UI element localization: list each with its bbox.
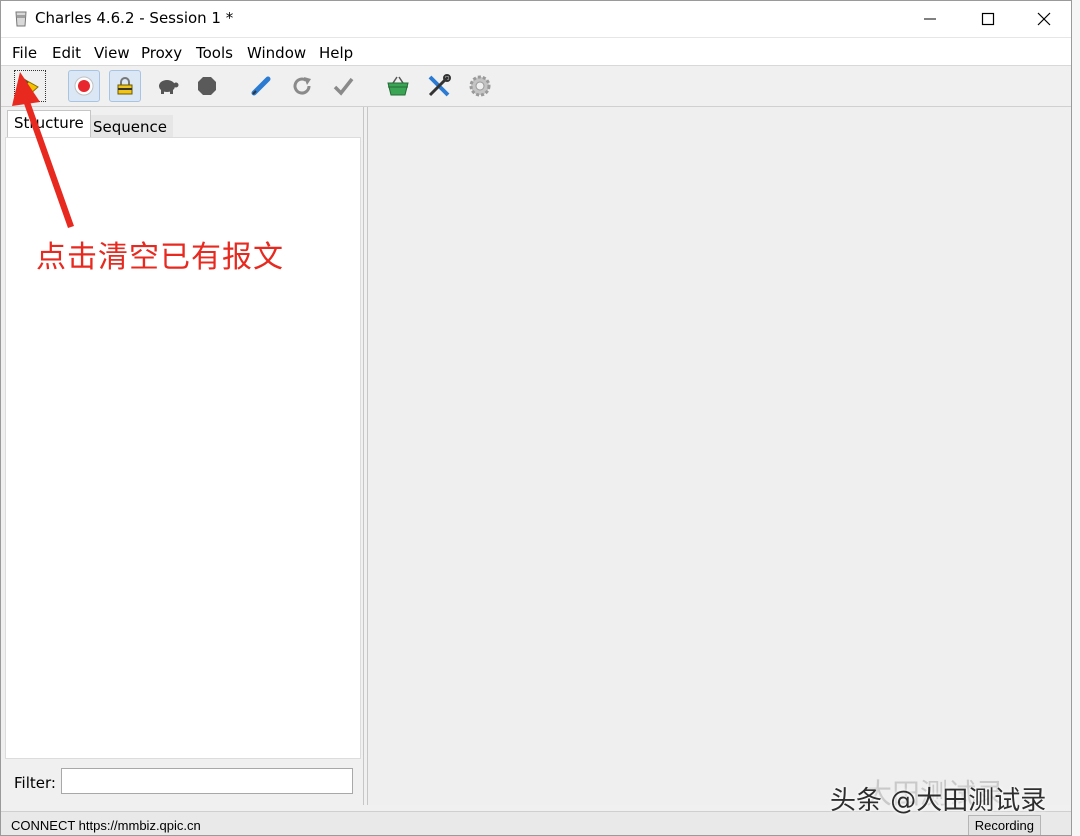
minimize-button[interactable]	[901, 1, 959, 37]
close-icon	[1037, 12, 1051, 26]
filter-input[interactable]	[61, 768, 353, 794]
throttle-button[interactable]	[151, 70, 183, 102]
throttle-turtle-icon	[159, 80, 179, 94]
compose-pen-icon	[251, 76, 271, 96]
tools-icon	[428, 74, 451, 97]
settings-gear-icon	[469, 75, 491, 97]
minimize-icon	[924, 18, 936, 20]
background-edge	[1072, 0, 1080, 836]
close-button[interactable]	[1015, 1, 1071, 37]
annotation-text: 点击清空已有报文	[36, 240, 284, 275]
breakpoints-button[interactable]	[191, 70, 223, 102]
settings-button[interactable]	[464, 70, 496, 102]
annotation-arrow	[12, 72, 74, 228]
detail-panel	[367, 107, 1070, 805]
tools-button[interactable]	[423, 70, 455, 102]
validate-check-icon	[333, 77, 354, 96]
maximize-icon	[981, 12, 995, 26]
menu-tools[interactable]: Tools	[196, 44, 233, 62]
repeat-icon	[293, 77, 311, 95]
watermark-text: 头条 @大田测试录	[830, 786, 1047, 816]
title-bar: Charles 4.6.2 - Session 1 *	[1, 1, 1071, 37]
validate-button[interactable]	[327, 70, 359, 102]
maximize-button[interactable]	[959, 1, 1017, 37]
menu-window[interactable]: Window	[247, 44, 306, 62]
charles-window: Charles 4.6.2 - Session 1 * File Edit Vi…	[0, 0, 1072, 836]
menu-help[interactable]: Help	[319, 44, 353, 62]
recording-status-badge: Recording	[967, 815, 1041, 835]
repeat-button[interactable]	[286, 70, 318, 102]
status-text: CONNECT https://mmbiz.qpic.cn	[11, 818, 201, 833]
filter-label: Filter:	[14, 774, 56, 792]
menu-bar: File Edit View Proxy Tools Window Help	[1, 37, 1071, 66]
compose-button[interactable]	[245, 70, 277, 102]
menu-proxy[interactable]: Proxy	[141, 44, 182, 62]
breakpoint-stop-icon	[198, 77, 216, 95]
basket-icon	[387, 76, 409, 96]
basket-button[interactable]	[382, 70, 414, 102]
toolbar	[1, 65, 1071, 107]
